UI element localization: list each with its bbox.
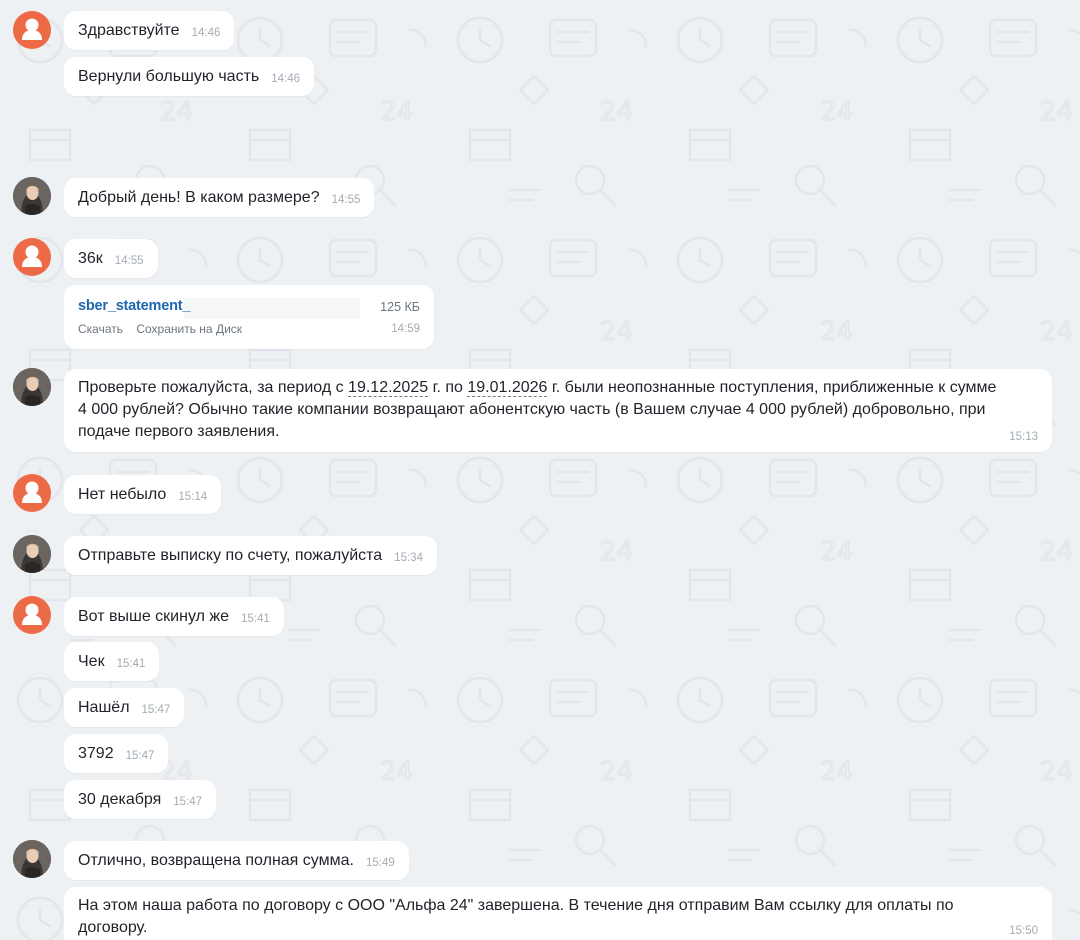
user-silhouette-icon bbox=[22, 18, 42, 40]
operator-avatar[interactable] bbox=[13, 368, 51, 406]
operator-photo-icon bbox=[13, 177, 51, 215]
message-time: 14:55 bbox=[114, 254, 144, 267]
message-bubble[interactable]: Добрый день! В каком размере? 14:55 bbox=[64, 178, 375, 217]
file-name-redaction bbox=[184, 298, 360, 319]
operator-avatar[interactable] bbox=[13, 177, 51, 215]
message-time: 15:49 bbox=[365, 856, 395, 869]
user-silhouette-icon bbox=[22, 245, 42, 267]
message-time: 14:46 bbox=[271, 72, 301, 85]
chat-feed: Здравствуйте 14:46 Вернули большую часть… bbox=[0, 0, 1080, 940]
message-bubble[interactable]: Нет небыло 15:14 bbox=[64, 475, 222, 514]
file-attachment[interactable]: sber_statement_ 125 КБ Скачать Сохранить… bbox=[64, 285, 434, 349]
message-bubble[interactable]: 3792 15:47 bbox=[64, 734, 169, 773]
file-name-link[interactable]: sber_statement_ bbox=[78, 298, 190, 314]
message-text: Добрый день! В каком размере? bbox=[78, 188, 320, 206]
operator-avatar[interactable] bbox=[13, 535, 51, 573]
message-time: 14:55 bbox=[331, 193, 361, 206]
download-button[interactable]: Скачать bbox=[78, 322, 123, 336]
message-text: Здравствуйте bbox=[78, 21, 180, 39]
message-time: 15:47 bbox=[173, 795, 203, 808]
save-to-disk-button[interactable]: Сохранить на Диск bbox=[136, 322, 242, 336]
message-time: 15:47 bbox=[141, 703, 171, 716]
message-bubble[interactable]: Отлично, возвращена полная сумма. 15:49 bbox=[64, 841, 409, 880]
user-silhouette-icon bbox=[22, 481, 42, 503]
message-bubble[interactable]: Вот выше скинул же 15:41 bbox=[64, 597, 284, 636]
message-text: Проверьте пожалуйста, за период с 19.12.… bbox=[78, 377, 1008, 443]
customer-avatar[interactable] bbox=[13, 11, 51, 49]
date-link[interactable]: 19.12.2025 bbox=[348, 379, 429, 397]
message-time: 14:46 bbox=[191, 26, 221, 39]
message-text: 3792 bbox=[78, 744, 114, 762]
message-text-part: г. по bbox=[428, 379, 468, 396]
message-bubble[interactable]: Проверьте пожалуйста, за период с 19.12.… bbox=[64, 369, 1052, 452]
message-bubble[interactable]: 36к 14:55 bbox=[64, 239, 158, 278]
message-time: 14:59 bbox=[391, 323, 420, 335]
message-time: 15:47 bbox=[125, 749, 155, 762]
message-text: 30 декабря bbox=[78, 790, 162, 808]
user-silhouette-icon bbox=[22, 603, 42, 625]
operator-photo-icon bbox=[13, 535, 51, 573]
message-bubble[interactable]: Отправьте выписку по счету, пожалуйста 1… bbox=[64, 536, 437, 575]
message-time: 15:41 bbox=[240, 612, 270, 625]
message-time: 15:14 bbox=[178, 490, 208, 503]
operator-photo-icon bbox=[13, 368, 51, 406]
file-size: 125 КБ bbox=[380, 300, 420, 314]
customer-avatar[interactable] bbox=[13, 238, 51, 276]
message-time: 15:13 bbox=[1009, 431, 1038, 443]
message-text: Отлично, возвращена полная сумма. bbox=[78, 851, 354, 869]
message-time: 15:34 bbox=[394, 551, 423, 564]
message-text: Чек bbox=[78, 652, 105, 670]
message-text: Нет небыло bbox=[78, 485, 167, 503]
message-text: 36к bbox=[78, 249, 103, 267]
message-bubble[interactable]: Чек 15:41 bbox=[64, 642, 160, 681]
message-time: 15:41 bbox=[116, 657, 146, 670]
message-text: Нашёл bbox=[78, 698, 130, 716]
message-text-part: Проверьте пожалуйста, за период с bbox=[78, 379, 349, 396]
file-actions: Скачать Сохранить на Диск bbox=[78, 322, 252, 336]
message-text: Вернули большую часть bbox=[78, 67, 260, 85]
message-bubble[interactable]: Здравствуйте 14:46 bbox=[64, 11, 235, 50]
customer-avatar[interactable] bbox=[13, 474, 51, 512]
message-bubble[interactable]: 30 декабря 15:47 bbox=[64, 780, 217, 819]
message-text: Вот выше скинул же bbox=[78, 607, 229, 625]
message-text: На этом наша работа по договору с ООО "А… bbox=[78, 897, 954, 936]
message-bubble[interactable]: Нашёл 15:47 bbox=[64, 688, 185, 727]
message-bubble[interactable]: На этом наша работа по договору с ООО "А… bbox=[64, 887, 1052, 940]
message-text: Отправьте выписку по счету, пожалуйста bbox=[78, 546, 383, 564]
message-time: 15:50 bbox=[1009, 925, 1038, 937]
customer-avatar[interactable] bbox=[13, 596, 51, 634]
operator-photo-icon bbox=[13, 840, 51, 878]
operator-avatar[interactable] bbox=[13, 840, 51, 878]
date-link[interactable]: 19.01.2026 bbox=[467, 379, 548, 397]
message-bubble[interactable]: Вернули большую часть 14:46 bbox=[64, 57, 315, 96]
